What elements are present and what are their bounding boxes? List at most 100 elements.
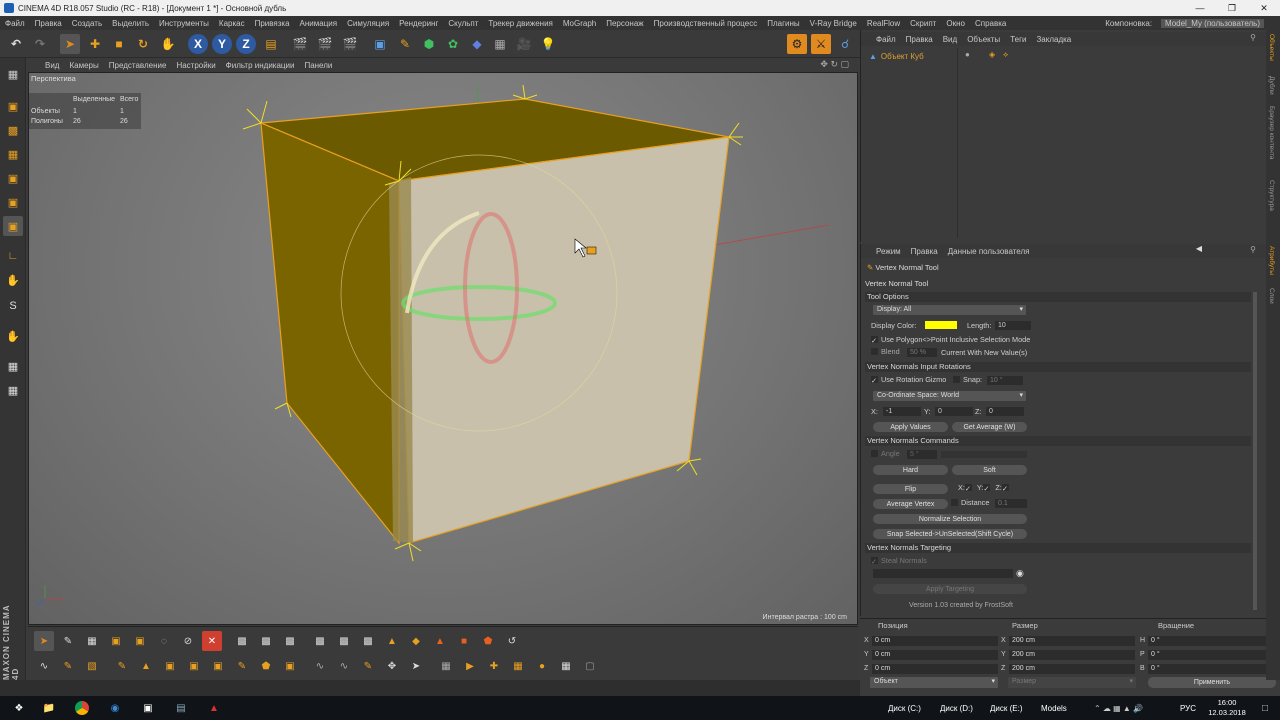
flip-x-checkbox-icon[interactable]: ✓	[964, 483, 972, 493]
live-selection-icon[interactable]: ✋	[158, 34, 178, 54]
viewport-nav-icons[interactable]: ✥ ↻ ▢	[815, 59, 854, 70]
om-search-icon[interactable]: ⚲	[1245, 33, 1261, 42]
cube-tool-1-icon[interactable]: ▣	[160, 656, 180, 676]
menu-item[interactable]: Правка	[30, 19, 67, 28]
loop-tool-icon[interactable]: ▦	[82, 631, 102, 651]
x-field[interactable]: -1	[883, 407, 921, 416]
vertex-normal-tag-icon[interactable]: ⟡	[1003, 50, 1008, 60]
bridge-tool-icon[interactable]: ▣	[106, 631, 126, 651]
apply-targeting-button[interactable]: Apply Targeting	[873, 584, 1027, 594]
snap-row[interactable]: Snap:	[953, 375, 982, 384]
menu-item[interactable]: Рендеринг	[394, 19, 443, 28]
polygons-mode-icon[interactable]: ▣	[3, 216, 23, 236]
add-point-icon[interactable]: ✚	[484, 656, 504, 676]
snap-field[interactable]: 10 °	[987, 376, 1023, 385]
apply-coordinates-button[interactable]: Применить	[1148, 677, 1276, 688]
disk-d-label[interactable]: Диск (D:)	[940, 696, 973, 720]
pos-z-field[interactable]: 0 cm	[872, 664, 998, 674]
cube-primitive-icon[interactable]: ▣	[370, 34, 390, 54]
sphere-icon[interactable]: ●	[532, 656, 552, 676]
steal-normals-row[interactable]: ✓ Steal Normals	[871, 556, 927, 566]
select-grid-icon[interactable]: ▦	[508, 656, 528, 676]
checkbox-checked-icon[interactable]: ✓	[871, 335, 878, 345]
om-menu-item[interactable]: Закладка	[1031, 35, 1076, 44]
tab-objects[interactable]: Объекты	[1268, 34, 1275, 61]
weld-icon[interactable]: ▲	[136, 656, 156, 676]
menu-item[interactable]: Скульпт	[443, 19, 483, 28]
file-explorer-icon[interactable]: 📁	[40, 699, 58, 717]
play-icon[interactable]: ▶	[460, 656, 480, 676]
object-name[interactable]: Объект Куб	[881, 52, 924, 61]
section-commands[interactable]: Vertex Normals Commands	[865, 436, 1251, 446]
pdf-reader-icon[interactable]: ▲	[205, 699, 223, 717]
points-mode-icon[interactable]: ▣	[3, 168, 23, 188]
make-editable-icon[interactable]: ▦	[3, 64, 23, 84]
angle-slider[interactable]	[941, 451, 1027, 458]
stitch-icon[interactable]: ✎	[112, 656, 132, 676]
tweak-icon[interactable]: ✋	[3, 270, 23, 290]
tab-takes[interactable]: Дубли	[1268, 76, 1275, 95]
viewport-menu-item[interactable]: Настройки	[171, 61, 220, 70]
menu-item[interactable]: Привязка	[250, 19, 295, 28]
back-arrow-icon[interactable]: ◀	[1191, 244, 1207, 253]
menu-item[interactable]: Справка	[970, 19, 1011, 28]
y-axis-icon[interactable]: Y	[212, 34, 232, 54]
get-average-button[interactable]: Get Average (W)	[952, 422, 1027, 432]
split-icon[interactable]: ∿	[334, 656, 354, 676]
checkbox-icon[interactable]	[951, 498, 958, 506]
render-settings-icon[interactable]: 🎬	[340, 34, 360, 54]
display-dropdown[interactable]: Display: All ▾	[873, 305, 1026, 315]
y-field[interactable]: 0	[935, 407, 973, 416]
tab-layers[interactable]: Слои	[1268, 288, 1275, 304]
viewport-menu-item[interactable]: Представление	[104, 61, 172, 70]
om-menu-item[interactable]: Теги	[1005, 35, 1031, 44]
checkbox-icon[interactable]	[953, 375, 960, 383]
brush-tool-icon[interactable]: ▣	[130, 631, 150, 651]
apply-values-button[interactable]: Apply Values	[873, 422, 948, 432]
menu-item[interactable]: Трекер движения	[483, 19, 557, 28]
iron-icon[interactable]: ∿	[310, 656, 330, 676]
rotate-icon[interactable]: ↻	[133, 34, 153, 54]
size-y-field[interactable]: 200 cm	[1009, 650, 1135, 660]
tray-icons[interactable]: ⌃ ☁ ▦ ▲ 🔊	[1094, 696, 1143, 720]
menu-item[interactable]: Скрипт	[905, 19, 941, 28]
input-language[interactable]: РУС	[1180, 696, 1196, 720]
cube-tool-3-icon[interactable]: ▣	[208, 656, 228, 676]
windows-start-icon[interactable]: ❖	[10, 699, 28, 717]
normal-rotate-icon[interactable]: ◆	[406, 631, 426, 651]
lock-workplane-icon[interactable]: ▦	[3, 356, 23, 376]
tab-attributes[interactable]: Атрибуты	[1268, 246, 1275, 275]
flip-button[interactable]: Flip	[873, 484, 948, 494]
untriangulate-icon[interactable]: ➤	[406, 656, 426, 676]
dissolve-icon[interactable]: ✕	[202, 631, 222, 651]
snap-selected-button[interactable]: Snap Selected->UnSelected(Shift Cycle)	[873, 529, 1027, 539]
menu-item[interactable]: RealFlow	[862, 19, 905, 28]
size-mode-dropdown[interactable]: Размер ▾	[1008, 677, 1136, 688]
z-axis-icon[interactable]: Z	[236, 34, 256, 54]
attr-scrollbar[interactable]	[1253, 292, 1257, 610]
size-z-field[interactable]: 200 cm	[1009, 664, 1135, 674]
plugin-icon-2[interactable]: ⚔	[811, 34, 831, 54]
tab-structure[interactable]: Структура	[1268, 180, 1275, 211]
render-picture-viewer-icon[interactable]: 🎬	[315, 34, 335, 54]
floor-icon[interactable]: ▦	[490, 34, 510, 54]
z-field[interactable]: 0	[986, 407, 1024, 416]
triangulate-icon[interactable]: ✥	[382, 656, 402, 676]
matrix-extrude-icon[interactable]: ▩	[310, 631, 330, 651]
display-color-swatch[interactable]	[925, 321, 957, 329]
optimize-icon[interactable]: ⬟	[478, 631, 498, 651]
mirror-icon[interactable]: ▧	[82, 656, 102, 676]
python-icon[interactable]: ☌	[835, 34, 855, 54]
checkbox-checked-icon[interactable]: ✓	[871, 556, 878, 566]
edges-mode-icon[interactable]: ▣	[3, 192, 23, 212]
distance-row[interactable]: Distance	[951, 498, 989, 507]
reverse-normals-icon[interactable]: ■	[454, 631, 474, 651]
tab-content-browser[interactable]: Браузер контента	[1268, 106, 1275, 159]
menu-item[interactable]: Окно	[941, 19, 970, 28]
knife-tool-icon[interactable]: ✎	[58, 631, 78, 651]
menu-item[interactable]: Инструменты	[154, 19, 214, 28]
length-field[interactable]: 10	[995, 321, 1031, 330]
subdivide-icon[interactable]: ✎	[358, 656, 378, 676]
close-hole-icon[interactable]: ◌	[154, 631, 174, 651]
perspective-viewport[interactable]: Перспектива Выделенные Всего Объекты 1 1…	[28, 72, 858, 625]
